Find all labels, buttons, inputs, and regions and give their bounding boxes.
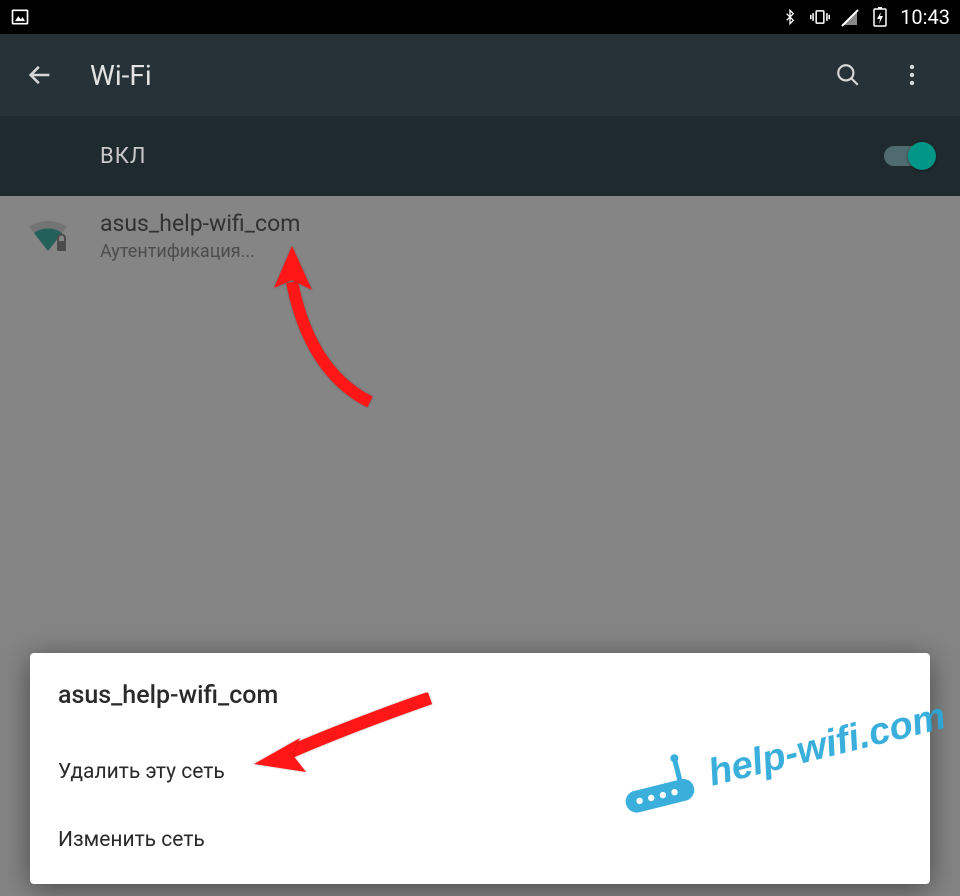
picture-icon (10, 7, 30, 27)
content-area: asus_help-wifi_com Аутентификация... asu… (0, 196, 960, 896)
battery-charging-icon (870, 7, 890, 27)
bluetooth-icon (780, 7, 800, 27)
wifi-toggle-bar: ВКЛ (0, 116, 960, 196)
modify-network-item[interactable]: Изменить сеть (58, 806, 902, 874)
no-sim-icon (840, 7, 860, 27)
more-options-button[interactable] (894, 57, 930, 93)
switch-thumb (908, 142, 936, 170)
app-bar: Wi-Fi (0, 34, 960, 116)
vibrate-icon (810, 7, 830, 27)
delete-network-item[interactable]: Удалить эту сеть (58, 738, 902, 806)
status-bar: 10:43 (0, 0, 960, 34)
wifi-toggle-switch[interactable] (884, 146, 932, 166)
clock-text: 10:43 (900, 5, 950, 29)
back-button[interactable] (20, 55, 60, 95)
annotation-arrow-1 (270, 242, 410, 412)
wifi-toggle-label: ВКЛ (100, 144, 146, 169)
network-dialog: asus_help-wifi_com Удалить эту сеть Изме… (30, 653, 930, 884)
annotation-arrow-2 (250, 686, 440, 776)
dialog-title: asus_help-wifi_com (58, 681, 902, 710)
page-title: Wi-Fi (90, 59, 830, 92)
search-button[interactable] (830, 57, 866, 93)
